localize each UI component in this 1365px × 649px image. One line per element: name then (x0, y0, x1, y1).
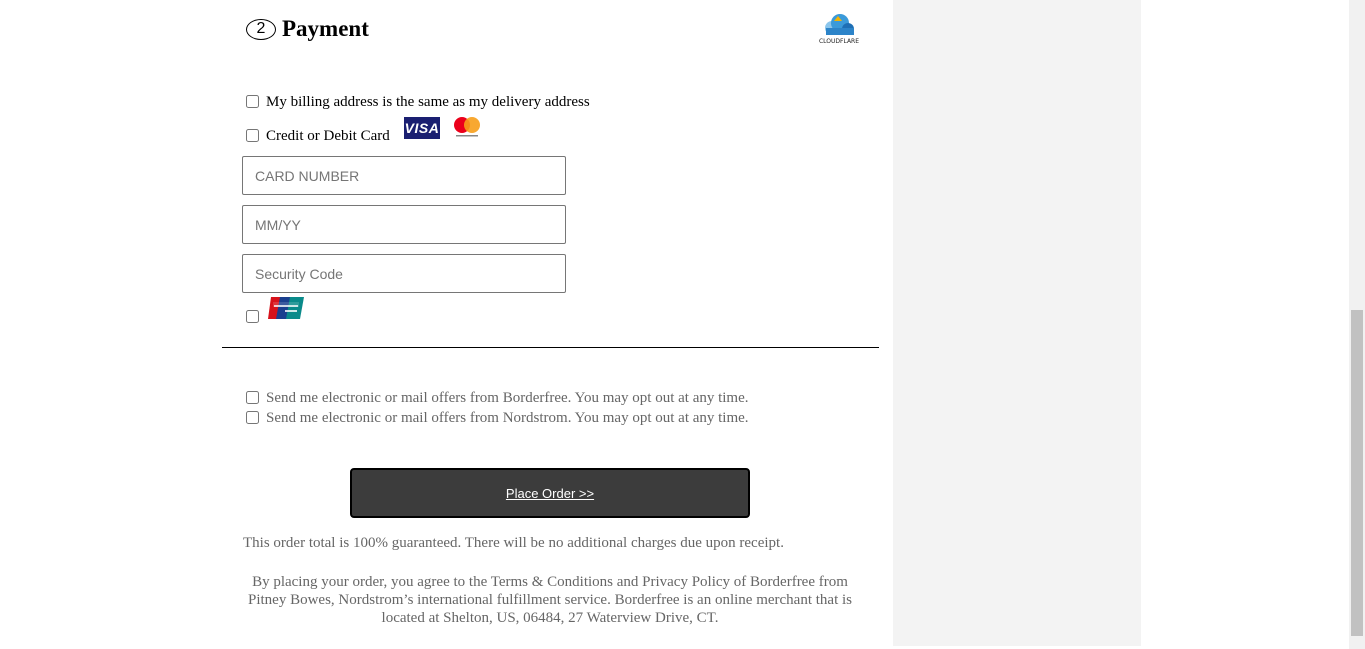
mastercard-icon (454, 117, 480, 137)
credit-card-label: Credit or Debit Card (266, 128, 390, 144)
cloudflare-logo: CLOUDFLARE (819, 14, 859, 45)
unionpay-icon (268, 297, 304, 319)
security-code-input[interactable] (242, 254, 566, 293)
place-order-button[interactable]: Place Order >> (350, 468, 750, 518)
scrollbar-thumb[interactable] (1351, 310, 1363, 636)
billing-same-label: My billing address is the same as my del… (266, 94, 590, 110)
expiry-input[interactable] (242, 205, 566, 244)
terms-text: By placing your order, you agree to the … (247, 574, 852, 626)
borderfree-offers-checkbox[interactable] (246, 391, 259, 404)
order-summary-panel (893, 0, 1141, 646)
billing-same-checkbox[interactable] (246, 95, 259, 108)
guarantee-text: This order total is 100% guaranteed. The… (243, 535, 784, 551)
visa-icon: VISA (404, 117, 440, 139)
payment-heading: 2 Payment (246, 16, 369, 42)
credit-card-checkbox[interactable] (246, 129, 259, 142)
step-number-badge: 2 (246, 18, 276, 40)
card-number-input[interactable] (242, 156, 566, 195)
borderfree-offers-label: Send me electronic or mail offers from B… (266, 390, 749, 406)
nordstrom-offers-label: Send me electronic or mail offers from N… (266, 410, 749, 426)
svg-text:CLOUDFLARE: CLOUDFLARE (819, 38, 859, 45)
section-divider (222, 347, 879, 348)
payment-title: Payment (282, 16, 369, 41)
nordstrom-offers-checkbox[interactable] (246, 411, 259, 424)
page-scrollbar[interactable] (1349, 0, 1365, 649)
unionpay-checkbox[interactable] (246, 310, 259, 323)
